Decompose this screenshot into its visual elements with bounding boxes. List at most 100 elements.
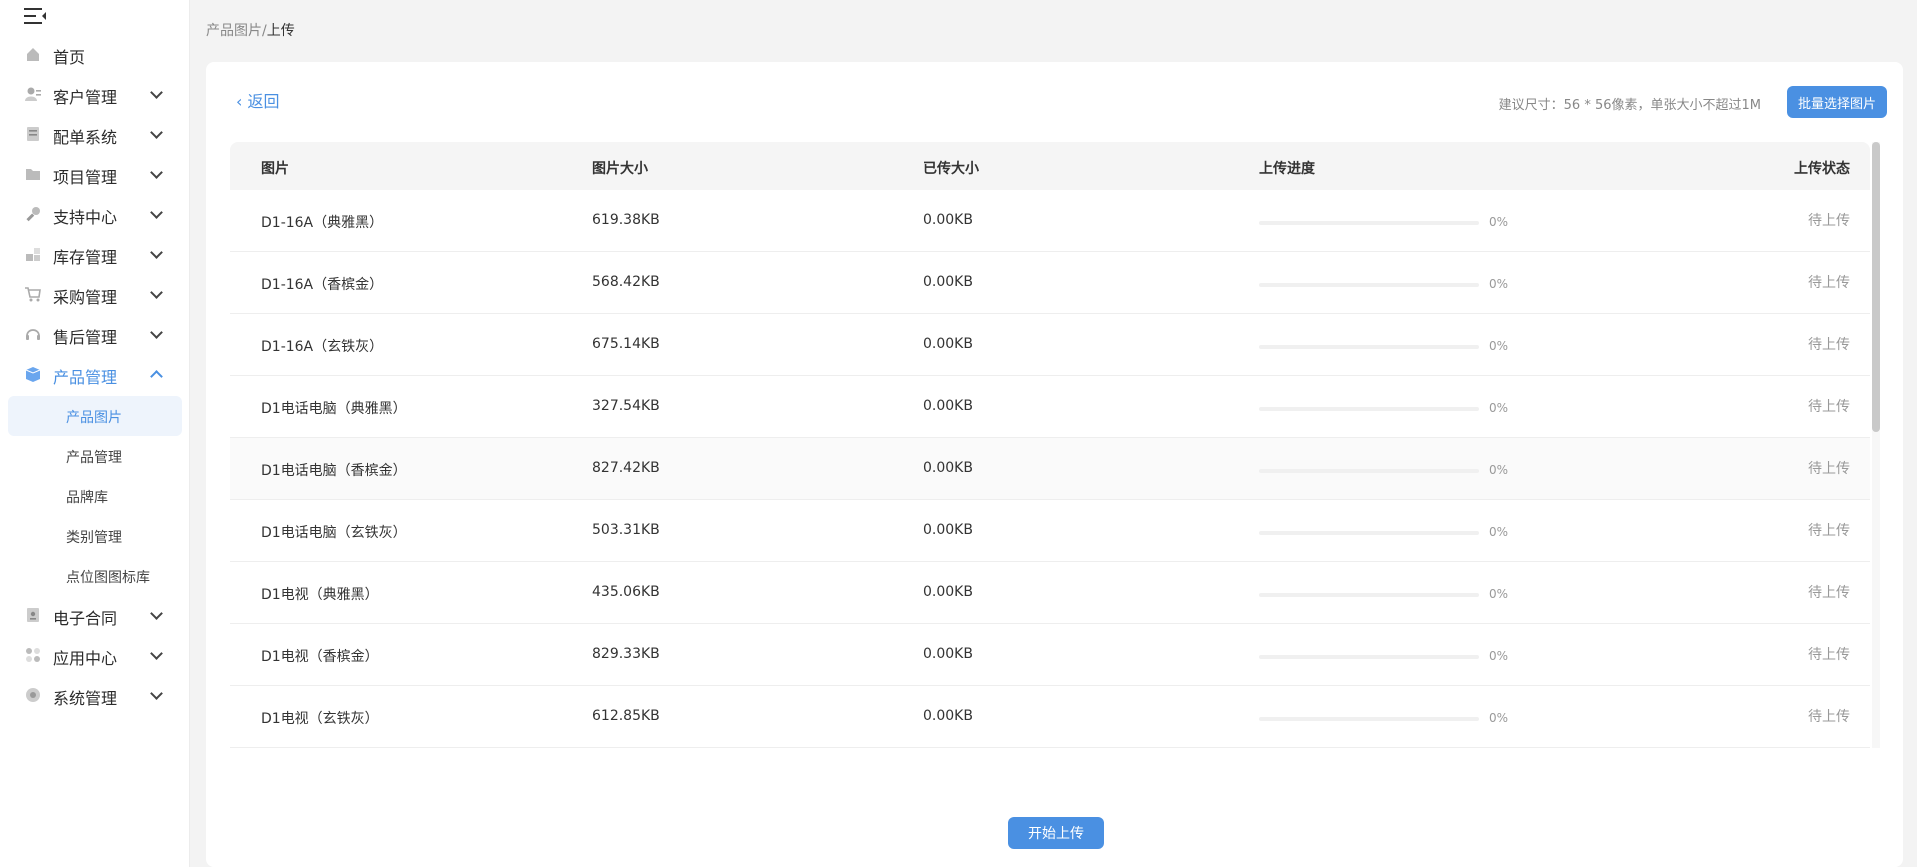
apps-icon (26, 648, 40, 662)
chevron-down-icon (150, 246, 163, 259)
column-header-size: 图片大小 (592, 161, 648, 177)
cell-uploaded-size: 0.00KB (923, 274, 973, 290)
column-header-uploaded: 已传大小 (923, 161, 979, 177)
table-row[interactable]: D1电话电脑（香槟金） 827.42KB 0.00KB 0% 待上传 (230, 438, 1870, 500)
sidebar-item-customers[interactable]: 客户管理 (0, 74, 190, 114)
table-row[interactable]: D1电视（玄铁灰） 612.85KB 0.00KB 0% 待上传 (230, 686, 1870, 748)
sidebar-item-label: 库存管理 (53, 248, 118, 267)
breadcrumb: 产品图片/上传 (206, 20, 295, 40)
scrollbar-thumb[interactable] (1872, 142, 1880, 432)
progress-bar (1259, 469, 1479, 473)
cell-image-name: D1电视（玄铁灰） (261, 711, 379, 727)
progress-bar (1259, 717, 1479, 721)
table-scrollbar[interactable] (1872, 142, 1880, 748)
sidebar-subitem-label: 产品管理 (66, 450, 122, 466)
sidebar-item-app-center[interactable]: 应用中心 (0, 635, 190, 675)
sidebar-item-label: 首页 (53, 48, 86, 67)
sidebar-item-projects[interactable]: 项目管理 (0, 154, 190, 194)
back-label: 返回 (247, 92, 280, 111)
chevron-down-icon (150, 687, 163, 700)
breadcrumb-parent[interactable]: 产品图片 (206, 23, 262, 39)
cell-image-size: 503.31KB (592, 522, 660, 538)
sidebar-item-label: 支持中心 (53, 208, 118, 227)
sidebar-item-purchasing[interactable]: 采购管理 (0, 274, 190, 314)
upload-status: 待上传 (1808, 399, 1850, 415)
chevron-down-icon (150, 86, 163, 99)
cell-image-name: D1电话电脑（典雅黑） (261, 401, 407, 417)
cell-image-size: 829.33KB (592, 646, 660, 662)
table-row[interactable]: D1电话电脑（典雅黑） 327.54KB 0.00KB 0% 待上传 (230, 376, 1870, 438)
table-row[interactable]: D1电话电脑（玄铁灰） 503.31KB 0.00KB 0% 待上传 (230, 500, 1870, 562)
progress-bar (1259, 655, 1479, 659)
sidebar-subitem-product-images[interactable]: 产品图片 (8, 396, 182, 436)
sidebar-subitem-product-management[interactable]: 产品管理 (8, 436, 182, 476)
table-row[interactable]: D1-16A（玄铁灰） 675.14KB 0.00KB 0% 待上传 (230, 314, 1870, 376)
sidebar-item-label: 采购管理 (53, 288, 118, 307)
sidebar-item-label: 客户管理 (53, 88, 118, 107)
cell-uploaded-size: 0.00KB (923, 646, 973, 662)
sidebar-item-label: 配单系统 (53, 128, 118, 147)
cell-image-size: 612.85KB (592, 708, 660, 724)
sidebar-item-products[interactable]: 产品管理 (0, 354, 190, 394)
breadcrumb-current: 上传 (266, 23, 295, 39)
headset-icon (26, 329, 40, 340)
progress-bar (1259, 345, 1479, 349)
cell-image-name: D1电话电脑（玄铁灰） (261, 525, 407, 541)
sidebar-subitem-label: 品牌库 (66, 490, 108, 506)
sidebar-item-after-sales[interactable]: 售后管理 (0, 314, 190, 354)
sidebar-item-home[interactable]: 首页 (0, 34, 190, 74)
chevron-left-icon: ‹ (236, 92, 248, 111)
cell-image-size: 568.42KB (592, 274, 660, 290)
table-header: 图片 图片大小 已传大小 上传进度 上传状态 (230, 142, 1870, 190)
progress-percent: 0% (1489, 277, 1509, 291)
progress-percent: 0% (1489, 525, 1509, 539)
progress-bar (1259, 407, 1479, 411)
back-link[interactable]: ‹ 返回 (236, 88, 280, 112)
progress-percent: 0% (1489, 339, 1509, 353)
menu-collapse-icon[interactable] (24, 6, 46, 26)
cell-uploaded-size: 0.00KB (923, 212, 973, 228)
cell-image-size: 435.06KB (592, 584, 660, 600)
cell-uploaded-size: 0.00KB (923, 522, 973, 538)
column-header-progress: 上传进度 (1259, 161, 1315, 177)
sidebar-subitem-brand-library[interactable]: 品牌库 (8, 476, 182, 516)
batch-select-button[interactable]: 批量选择图片 (1787, 86, 1887, 118)
progress-percent: 0% (1489, 649, 1509, 663)
cell-uploaded-size: 0.00KB (923, 336, 973, 352)
cell-uploaded-size: 0.00KB (923, 460, 973, 476)
size-hint: 建议尺寸：56 * 56像素，单张大小不超过1M (1498, 98, 1761, 113)
folder-icon (26, 169, 40, 180)
sidebar-item-order-system[interactable]: 配单系统 (0, 114, 190, 154)
table-row[interactable]: D1-16A（香槟金） 568.42KB 0.00KB 0% 待上传 (230, 252, 1870, 314)
table-row[interactable]: D1电视（典雅黑） 435.06KB 0.00KB 0% 待上传 (230, 562, 1870, 624)
table-row[interactable]: D1电视（香槟金） 829.33KB 0.00KB 0% 待上传 (230, 624, 1870, 686)
chevron-up-icon (150, 370, 163, 383)
cell-uploaded-size: 0.00KB (923, 708, 973, 724)
sidebar-item-e-contract[interactable]: 电子合同 (0, 595, 190, 635)
chevron-down-icon (150, 166, 163, 179)
progress-percent: 0% (1489, 401, 1509, 415)
cell-image-size: 619.38KB (592, 212, 660, 228)
cell-image-size: 675.14KB (592, 336, 660, 352)
cell-image-name: D1电视（香槟金） (261, 649, 379, 665)
sidebar-item-system-settings[interactable]: 系统管理 (0, 675, 190, 715)
upload-status: 待上传 (1808, 275, 1850, 291)
upload-table: 图片 图片大小 已传大小 上传进度 上传状态 D1-16A（典雅黑） 619.38… (230, 142, 1890, 810)
sidebar-subitem-category-management[interactable]: 类别管理 (8, 516, 182, 556)
sidebar-subitem-point-icon-library[interactable]: 点位图图标库 (8, 556, 182, 596)
order-icon (27, 127, 39, 141)
upload-status: 待上传 (1808, 461, 1850, 477)
start-upload-button[interactable]: 开始上传 (1008, 817, 1104, 849)
progress-percent: 0% (1489, 215, 1509, 229)
upload-status: 待上传 (1808, 523, 1850, 539)
upload-status: 待上传 (1808, 647, 1850, 663)
sidebar-item-label: 产品管理 (53, 368, 118, 387)
sidebar-item-support[interactable]: 支持中心 (0, 194, 190, 234)
sidebar-subitem-label: 点位图图标库 (66, 570, 150, 586)
chevron-down-icon (150, 647, 163, 660)
sidebar-item-inventory[interactable]: 库存管理 (0, 234, 190, 274)
table-row[interactable]: D1-16A（典雅黑） 619.38KB 0.00KB 0% 待上传 (230, 190, 1870, 252)
inventory-icon (26, 248, 40, 261)
progress-percent: 0% (1489, 587, 1509, 601)
upload-status: 待上传 (1808, 585, 1850, 601)
